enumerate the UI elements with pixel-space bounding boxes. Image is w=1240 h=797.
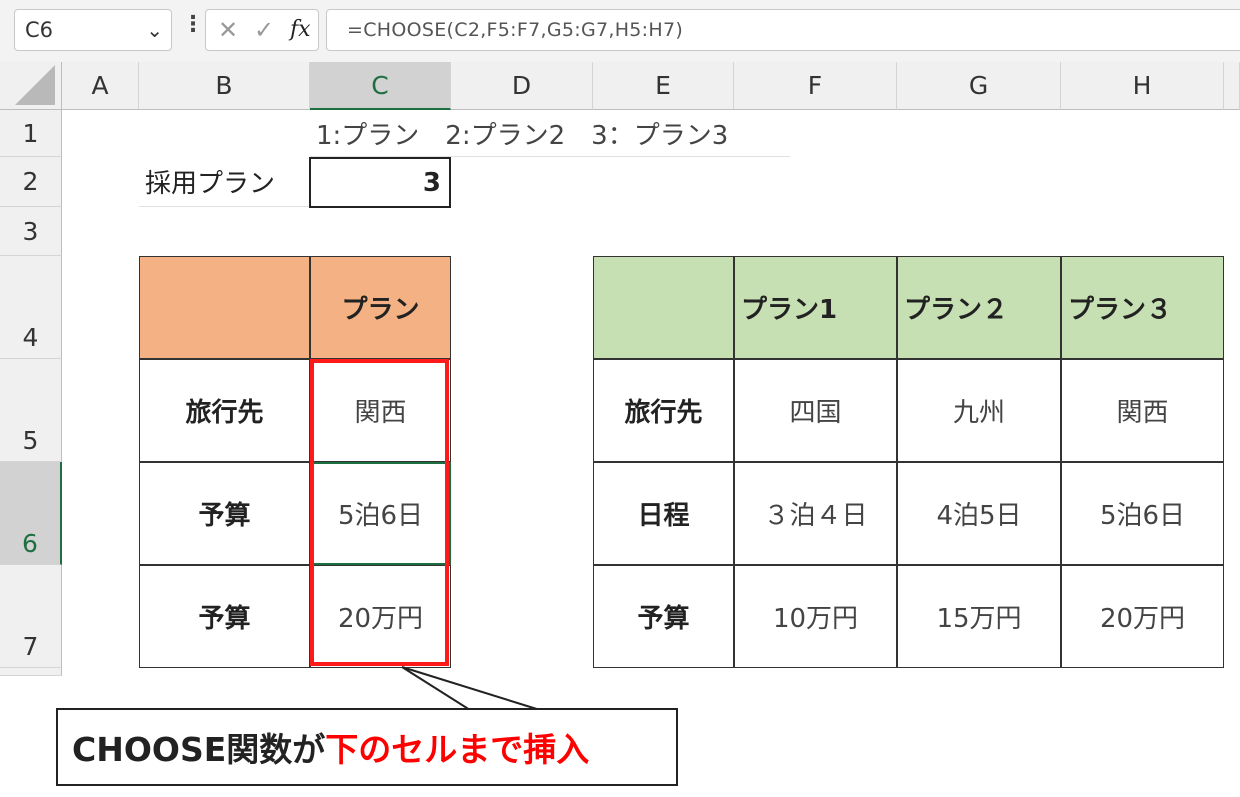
callout-pointer [401, 666, 541, 712]
callout-text-black: CHOOSE関数が [72, 730, 326, 769]
callout-text-red: 下のセルまで挿入 [325, 730, 590, 769]
annotation-callout: CHOOSE関数が 下のセルまで挿入 [56, 708, 678, 786]
